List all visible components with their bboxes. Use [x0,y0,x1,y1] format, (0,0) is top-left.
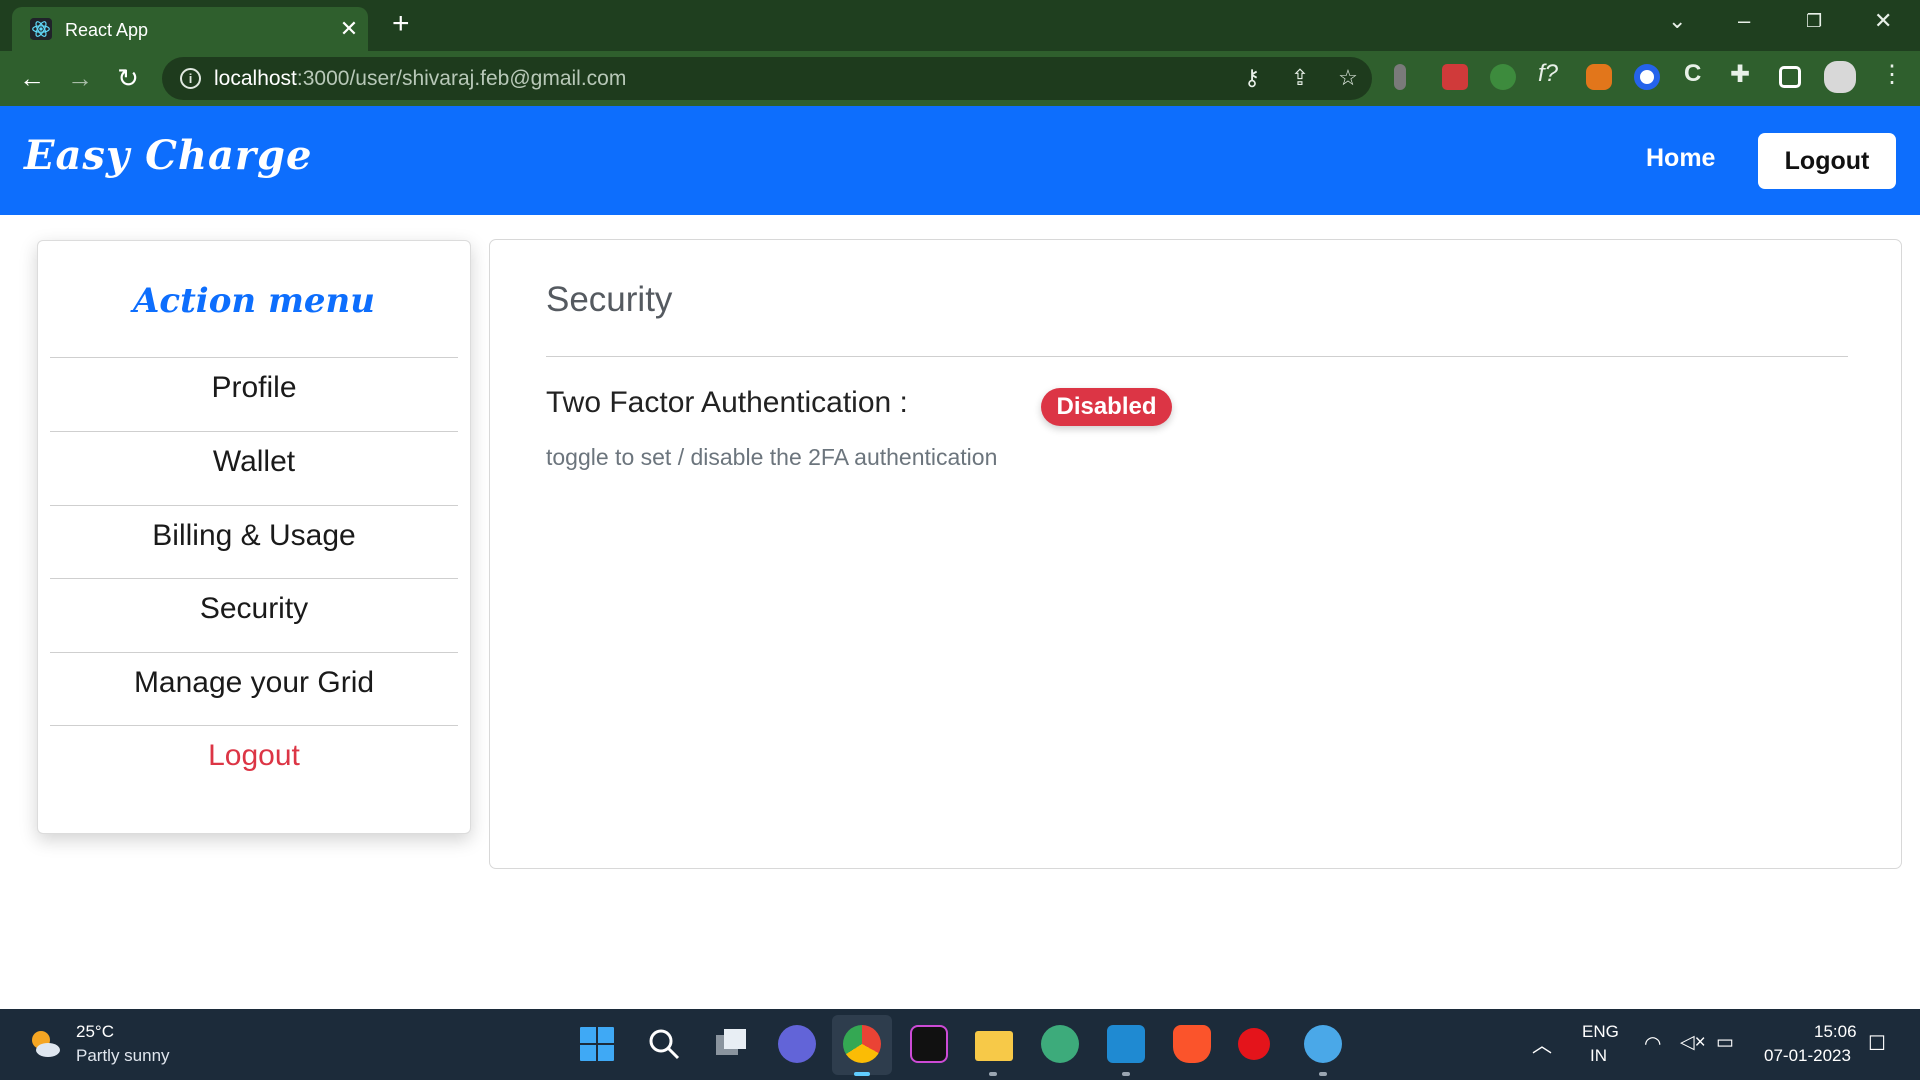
nav-logout-button[interactable]: Logout [1758,133,1896,189]
close-window-icon[interactable]: ✕ [1874,8,1892,34]
wifi-icon[interactable]: ◠ [1644,1031,1661,1056]
sidebar-item-profile[interactable]: Profile [50,357,458,431]
close-tab-icon[interactable]: ✕ [338,16,360,42]
back-arrow-icon[interactable]: ← [16,63,48,93]
bookmark-star-icon[interactable]: ☆ [1334,65,1362,91]
sidebar-item-wallet[interactable]: Wallet [50,431,458,505]
two-factor-help-text: toggle to set / disable the 2FA authenti… [546,444,998,470]
sidebar-item-manage-grid[interactable]: Manage your Grid [50,652,458,726]
action-menu: Action menu Profile Wallet Billing & Usa… [37,240,471,834]
extension-icon[interactable] [1394,64,1406,90]
sidebar-item-billing[interactable]: Billing & Usage [50,505,458,579]
site-info-icon[interactable]: i [180,68,201,89]
partly-sunny-icon[interactable] [28,1027,62,1061]
task-view-icon[interactable] [712,1025,750,1063]
language-region[interactable]: IN [1590,1046,1607,1066]
vscode-icon[interactable] [1107,1025,1145,1063]
more-menu-icon[interactable]: ⋮ [1880,60,1904,89]
formula-extension-icon[interactable]: f? [1538,60,1558,88]
teams-chat-icon[interactable] [778,1025,816,1063]
speaker-muted-icon[interactable]: ◁× [1680,1031,1706,1054]
show-hidden-icons-icon[interactable]: ︿ [1532,1029,1552,1058]
browser-tabbar: React App ✕ + ⌄ – ❐ ✕ [0,0,1920,51]
browser-toolbar: ← → ↻ i localhost:3000/user/shivaraj.feb… [0,51,1920,106]
new-tab-icon[interactable]: + [392,9,410,39]
browser-tab[interactable]: React App ✕ [12,7,368,51]
reload-icon[interactable]: ↻ [112,63,144,93]
brave-icon[interactable] [1173,1025,1211,1063]
forward-arrow-icon[interactable]: → [64,63,96,93]
nav-home-link[interactable]: Home [1646,144,1715,173]
search-icon[interactable] [645,1025,683,1063]
two-factor-status-toggle[interactable]: Disabled [1041,388,1172,426]
terminal-icon[interactable] [910,1025,948,1063]
brand-logo[interactable]: Easy Charge [24,132,312,179]
address-bar[interactable]: i localhost:3000/user/shivaraj.feb@gmail… [162,57,1372,100]
atom-app-icon[interactable] [1041,1025,1079,1063]
divider [546,356,1848,357]
minimize-icon[interactable]: – [1738,8,1750,34]
app-navbar: Easy Charge Home Logout [0,106,1920,215]
url-text[interactable]: localhost:3000/user/shivaraj.feb@gmail.c… [214,67,626,91]
tree-extension-icon[interactable] [1490,64,1516,90]
sidebar-item-security[interactable]: Security [50,578,458,652]
extension-icon[interactable] [1442,64,1468,90]
clock-date[interactable]: 07-01-2023 [1764,1046,1851,1066]
clock-time[interactable]: 15:06 [1814,1022,1857,1042]
battery-icon[interactable]: ▭ [1716,1031,1734,1054]
side-panel-icon[interactable] [1779,66,1801,88]
running-indicator [1122,1072,1130,1076]
notifications-icon[interactable]: ☐ [1868,1031,1886,1056]
windows-start-icon[interactable] [578,1025,616,1063]
weather-temperature[interactable]: 25°C [76,1022,114,1042]
paint-icon[interactable] [1304,1025,1342,1063]
extension-icon[interactable]: C [1684,60,1701,88]
security-panel: Security Two Factor Authentication : Dis… [489,239,1902,869]
tab-title: React App [65,20,149,40]
sidebar-item-logout[interactable]: Logout [50,725,458,799]
action-menu-title: Action menu [133,281,375,321]
language-code[interactable]: ENG [1582,1022,1619,1042]
chrome-icon[interactable] [843,1025,881,1063]
restore-icon[interactable]: ❐ [1806,11,1822,32]
active-indicator [854,1072,870,1076]
taskbar: 25°C Partly sunny ︿ ENG IN ◠ ◁× ▭ 15:06 … [0,1009,1920,1080]
file-explorer-icon[interactable] [975,1031,1013,1061]
youtube-music-icon[interactable] [1238,1028,1270,1060]
weather-description[interactable]: Partly sunny [76,1046,170,1066]
two-factor-label: Two Factor Authentication : [546,386,908,419]
react-icon [30,18,52,40]
running-indicator [989,1072,997,1076]
running-indicator [1319,1072,1327,1076]
key-icon[interactable]: ⚷ [1238,65,1266,91]
share-icon[interactable]: ⇪ [1286,65,1314,91]
page-title: Security [546,280,673,319]
extension-icon[interactable] [1634,64,1660,90]
tab-search-icon[interactable]: ⌄ [1668,8,1686,34]
avatar[interactable] [1824,61,1856,93]
puzzle-extensions-icon[interactable]: ✚ [1730,60,1750,89]
metamask-icon[interactable] [1586,64,1612,90]
